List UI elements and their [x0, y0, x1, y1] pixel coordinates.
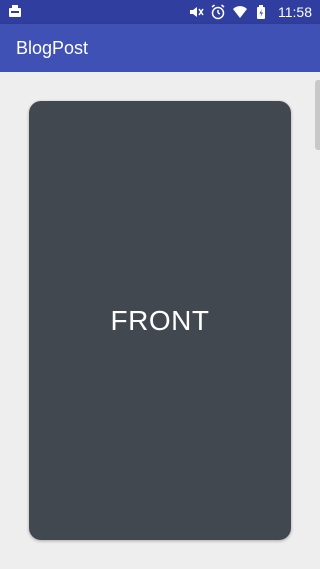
wifi-icon	[232, 4, 248, 20]
alarm-icon	[210, 4, 226, 20]
card-front-label: FRONT	[110, 304, 210, 336]
notification-icon	[8, 4, 22, 18]
app-bar: BlogPost	[0, 24, 320, 72]
flip-card[interactable]: FRONT	[29, 101, 291, 540]
status-bar: 11:58	[0, 0, 320, 24]
mute-icon	[188, 4, 204, 20]
status-time: 11:58	[278, 4, 312, 20]
battery-icon	[254, 4, 270, 20]
edge-panel-handle[interactable]	[315, 80, 320, 150]
app-title: BlogPost	[16, 38, 89, 58]
